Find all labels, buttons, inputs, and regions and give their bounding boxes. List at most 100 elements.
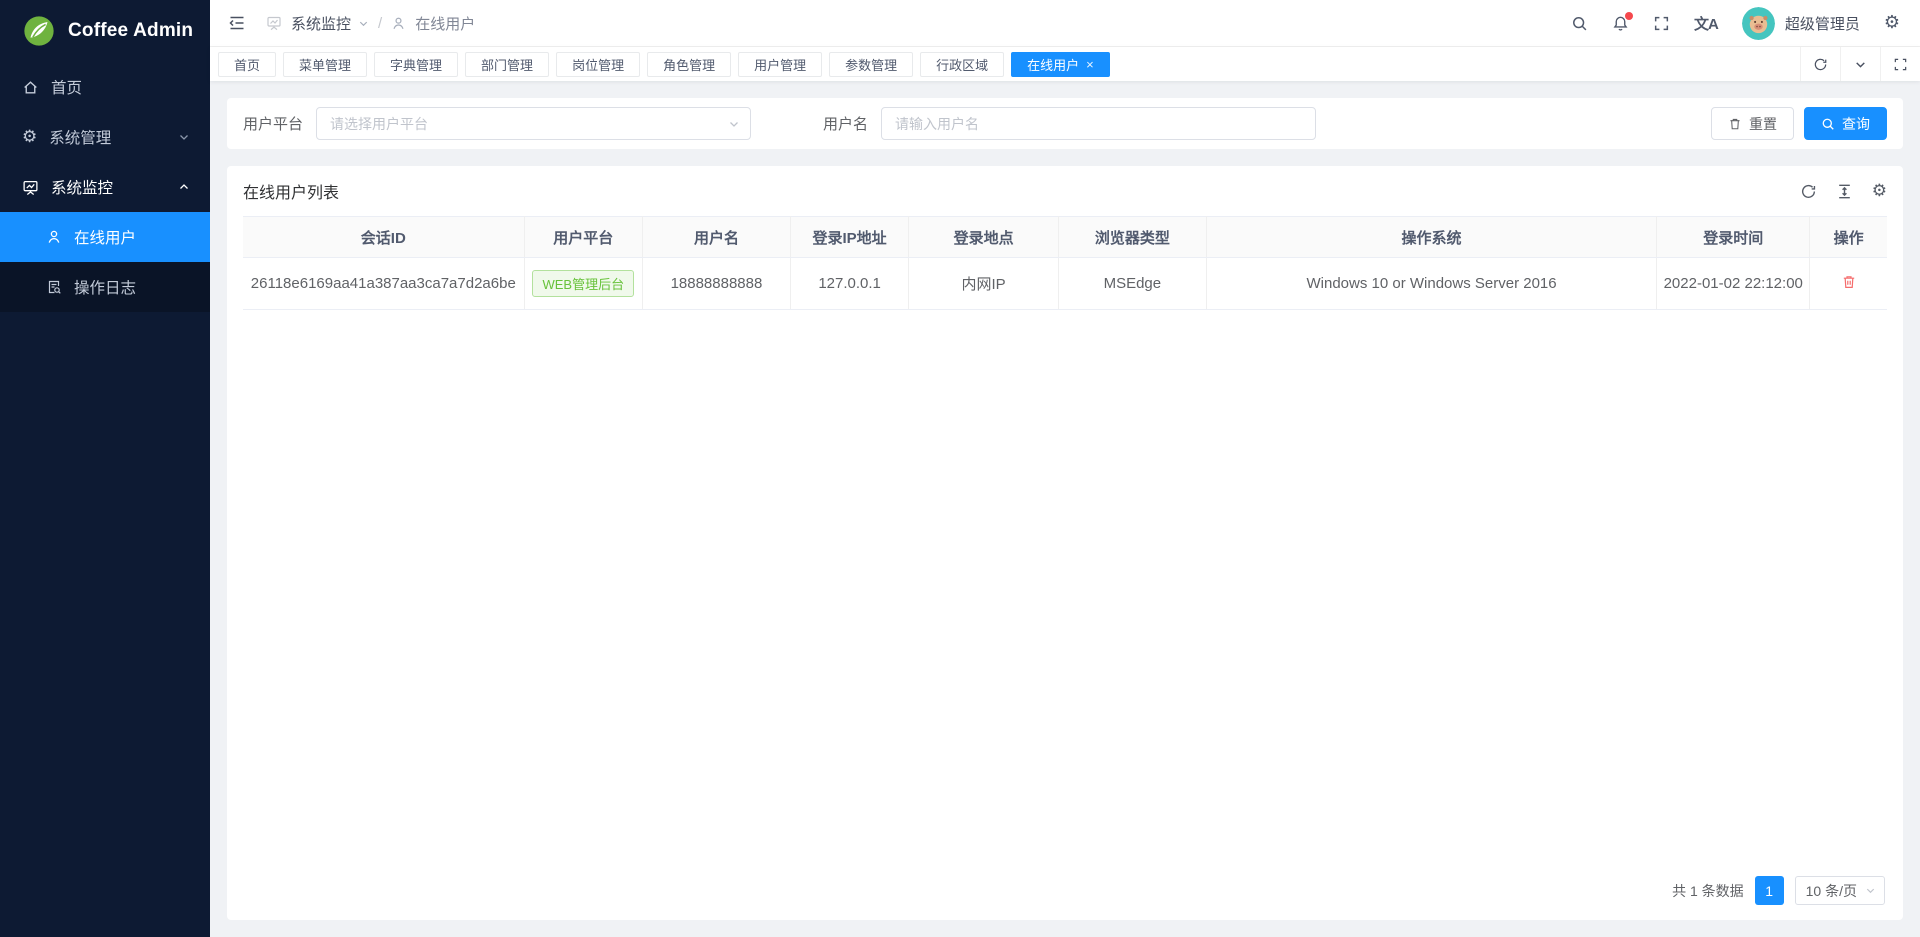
- col-username: 用户名: [642, 217, 790, 258]
- sidebar-item-home[interactable]: 首页: [0, 62, 210, 112]
- search-button[interactable]: 查询: [1804, 107, 1887, 140]
- notification-bell-icon[interactable]: [1612, 15, 1629, 32]
- sidebar-item-system-monitor[interactable]: 系统监控: [0, 162, 210, 212]
- page-number-button[interactable]: 1: [1755, 876, 1784, 905]
- page-size-value: 10 条/页: [1806, 881, 1857, 901]
- topbar-actions: 文A 超级管理员 ⚙: [1571, 7, 1900, 40]
- user-icon: [46, 229, 62, 245]
- tab-online-users[interactable]: 在线用户 ×: [1011, 52, 1110, 77]
- online-users-table: 会话ID 用户平台 用户名 登录IP地址 登录地点 浏览器类型 操作系统 登录时…: [243, 216, 1887, 310]
- pagination: 共 1 条数据 1 10 条/页: [243, 862, 1887, 920]
- cell-platform: WEB管理后台: [524, 258, 642, 310]
- search-icon: [1821, 117, 1835, 131]
- tab-role-management[interactable]: 角色管理: [647, 52, 731, 77]
- tabbar: 首页 菜单管理 字典管理 部门管理 岗位管理 角色管理 用户管理 参数管理 行政…: [210, 47, 1920, 81]
- sidebar-item-system-management[interactable]: ⚙ 系统管理: [0, 112, 210, 162]
- avatar: [1742, 7, 1775, 40]
- app-title: Coffee Admin: [68, 20, 193, 42]
- notification-badge: [1625, 12, 1633, 20]
- tab-menu-management[interactable]: 菜单管理: [283, 52, 367, 77]
- topbar: 系统监控 / 在线用户: [210, 0, 1920, 47]
- cell-login-ip: 127.0.0.1: [790, 258, 908, 310]
- trash-icon: [1728, 117, 1742, 131]
- col-browser: 浏览器类型: [1058, 217, 1206, 258]
- search-button-label: 查询: [1842, 114, 1870, 134]
- platform-tag: WEB管理后台: [532, 270, 634, 297]
- settings-gear-icon[interactable]: ⚙: [1884, 14, 1900, 32]
- col-actions: 操作: [1810, 217, 1887, 258]
- card-tools: ⚙: [1800, 183, 1887, 200]
- sidebar-collapse-icon[interactable]: [228, 15, 246, 31]
- tab-home[interactable]: 首页: [218, 52, 276, 77]
- tab-dept-management[interactable]: 部门管理: [465, 52, 549, 77]
- card-title: 在线用户列表: [243, 179, 339, 203]
- breadcrumb: 系统监控 / 在线用户: [266, 13, 475, 34]
- search-icon[interactable]: [1571, 15, 1588, 32]
- cell-os: Windows 10 or Windows Server 2016: [1206, 258, 1656, 310]
- sidebar-item-label: 系统监控: [51, 176, 113, 198]
- pagination-total: 共 1 条数据: [1672, 881, 1744, 901]
- reset-button-label: 重置: [1749, 114, 1777, 134]
- breadcrumb-parent[interactable]: 系统监控: [291, 13, 351, 34]
- table-header-row: 会话ID 用户平台 用户名 登录IP地址 登录地点 浏览器类型 操作系统 登录时…: [243, 217, 1887, 258]
- sidebar-item-online-users[interactable]: 在线用户: [0, 212, 210, 262]
- tab-param-management[interactable]: 参数管理: [829, 52, 913, 77]
- username-label: 超级管理员: [1785, 13, 1860, 34]
- online-users-card: 在线用户列表 ⚙: [227, 166, 1903, 920]
- col-os: 操作系统: [1206, 217, 1656, 258]
- gear-icon: ⚙: [22, 129, 37, 146]
- filter-buttons: 重置 查询: [1711, 107, 1887, 140]
- platform-select-input[interactable]: [317, 108, 750, 139]
- sidebar-submenu: 在线用户 操作日志: [0, 212, 210, 312]
- sidebar-item-label: 系统管理: [49, 126, 111, 148]
- chevron-down-icon[interactable]: [1840, 47, 1880, 81]
- app-logo[interactable]: Coffee Admin: [0, 0, 210, 62]
- cell-login-time: 2022-01-02 22:12:00: [1657, 258, 1810, 310]
- close-icon[interactable]: ×: [1086, 58, 1094, 71]
- open-tabs: 首页 菜单管理 字典管理 部门管理 岗位管理 角色管理 用户管理 参数管理 行政…: [218, 52, 1110, 77]
- tabbar-controls: [1800, 47, 1920, 81]
- refresh-icon[interactable]: [1800, 183, 1817, 200]
- column-height-icon[interactable]: [1836, 183, 1853, 200]
- monitor-icon: [22, 179, 39, 196]
- platform-label: 用户平台: [243, 113, 303, 134]
- page-content: 用户平台 用户名: [210, 81, 1920, 937]
- user-icon: [391, 16, 406, 31]
- column-settings-gear-icon[interactable]: ⚙: [1872, 183, 1887, 200]
- username-label: 用户名: [823, 113, 868, 134]
- sidebar-item-operation-logs[interactable]: 操作日志: [0, 262, 210, 312]
- page-size-select[interactable]: 10 条/页: [1795, 876, 1885, 905]
- user-menu[interactable]: 超级管理员: [1742, 7, 1860, 40]
- refresh-icon[interactable]: [1800, 47, 1840, 81]
- main-area: 系统监控 / 在线用户: [210, 0, 1920, 937]
- maximize-icon[interactable]: [1880, 47, 1920, 81]
- col-login-location: 登录地点: [909, 217, 1059, 258]
- sidebar-menu: 首页 ⚙ 系统管理 系统监控: [0, 62, 210, 312]
- app-root: Coffee Admin 首页 ⚙ 系统管理 系统监控: [0, 0, 1920, 937]
- tab-dict-management[interactable]: 字典管理: [374, 52, 458, 77]
- sidebar-item-label: 在线用户: [74, 226, 136, 248]
- tab-admin-region[interactable]: 行政区域: [920, 52, 1004, 77]
- delete-row-icon[interactable]: [1841, 274, 1857, 290]
- breadcrumb-current: 在线用户: [415, 13, 475, 34]
- username-form-item: 用户名: [823, 107, 1316, 140]
- chevron-up-icon: [178, 181, 190, 193]
- table-row: 26118e6169aa41a387aa3ca7a7d2a6be WEB管理后台…: [243, 258, 1887, 310]
- translate-icon[interactable]: 文A: [1694, 13, 1718, 34]
- platform-form-item: 用户平台: [243, 107, 751, 140]
- fullscreen-icon[interactable]: [1653, 15, 1670, 32]
- col-login-ip: 登录IP地址: [790, 217, 908, 258]
- platform-select[interactable]: [316, 107, 751, 140]
- username-input[interactable]: [881, 107, 1316, 140]
- chevron-down-icon: [178, 131, 190, 143]
- cell-actions: [1810, 258, 1887, 310]
- chevron-down-icon: [358, 18, 369, 29]
- col-login-time: 登录时间: [1657, 217, 1810, 258]
- tab-user-management[interactable]: 用户管理: [738, 52, 822, 77]
- cell-browser: MSEdge: [1058, 258, 1206, 310]
- cell-session-id: 26118e6169aa41a387aa3ca7a7d2a6be: [243, 258, 524, 310]
- cell-login-location: 内网IP: [909, 258, 1059, 310]
- reset-button[interactable]: 重置: [1711, 107, 1794, 140]
- tab-post-management[interactable]: 岗位管理: [556, 52, 640, 77]
- log-search-icon: [46, 279, 62, 295]
